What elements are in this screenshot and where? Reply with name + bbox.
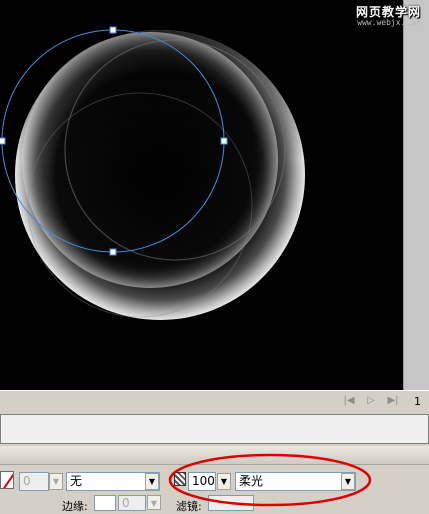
blend-mode-select[interactable]: 柔光	[235, 472, 356, 491]
edge-label: 边缘:	[62, 500, 88, 513]
edge-value-field[interactable]: 0	[118, 495, 146, 511]
filter-box[interactable]	[208, 495, 254, 511]
frame-number: 1	[414, 395, 421, 408]
vertical-scrollbar[interactable]	[403, 0, 429, 390]
canvas-stage[interactable]	[0, 0, 403, 390]
filter-label: 滤镜:	[176, 500, 202, 513]
opacity-field[interactable]: 100	[188, 472, 216, 491]
stroke-width-dropdown[interactable]: ▼	[49, 473, 63, 490]
play-button[interactable]: ▷	[364, 395, 378, 407]
properties-bar: 0 ▼ 无 ▼ 100 ▼ 柔光 ▼ 边缘: 0 ▼ 滤镜:	[0, 446, 429, 513]
previous-frame-button[interactable]: |◀	[342, 395, 356, 407]
opacity-dropdown[interactable]: ▼	[217, 473, 231, 490]
fill-style-dropdown[interactable]: ▼	[145, 473, 159, 490]
inner-glow-ring	[22, 32, 278, 288]
playback-controls: |◀ ▷ ▶| 1	[0, 390, 429, 412]
next-frame-button[interactable]: ▶|	[386, 395, 400, 407]
stroke-color-swatch[interactable]	[0, 471, 14, 489]
edge-color-box[interactable]	[94, 495, 116, 511]
properties-header	[0, 447, 429, 465]
timeline-panel	[0, 414, 429, 444]
watermark: 网页教学网 www.webjx.com	[356, 5, 421, 28]
blend-mode-dropdown[interactable]: ▼	[341, 473, 355, 490]
opacity-icon	[174, 472, 186, 486]
stage-artwork	[0, 26, 305, 320]
stroke-width-field[interactable]: 0	[19, 472, 49, 491]
watermark-url: www.webjx.com	[357, 18, 420, 28]
